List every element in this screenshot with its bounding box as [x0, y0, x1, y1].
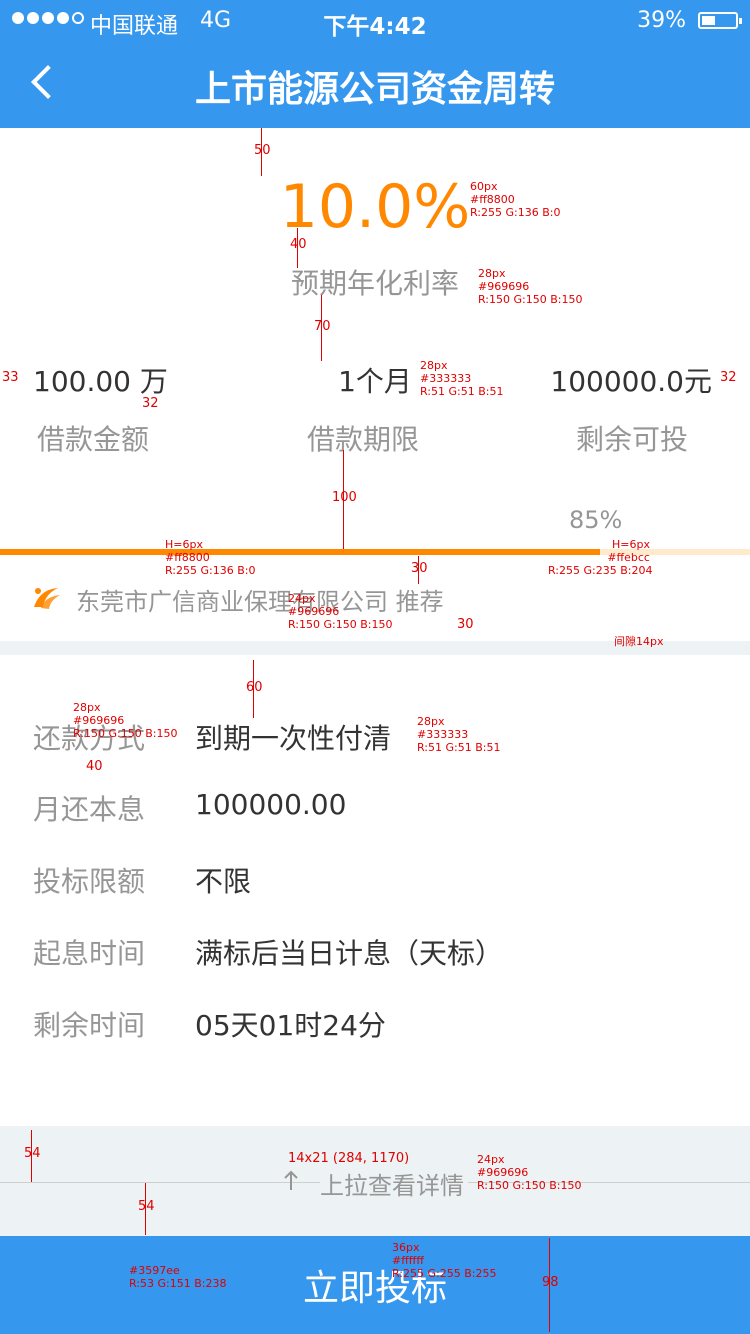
- battery-icon: [698, 12, 742, 29]
- spacing-mark: 40: [86, 759, 103, 774]
- spacing-mark: 60: [246, 680, 263, 695]
- spacing-mark: 32: [142, 396, 159, 411]
- spacing-mark: 98: [542, 1275, 559, 1290]
- annual-rate-label: 预期年化利率: [290, 267, 459, 300]
- pull-up-area[interactable]: 上拉查看详情: [0, 1126, 750, 1236]
- bid-now-button[interactable]: 立即投标: [0, 1236, 750, 1334]
- spec-note: #3597ee R:53 G:151 B:238: [129, 1264, 227, 1290]
- spec-note: 24px #969696 R:150 G:150 B:150: [477, 1153, 582, 1192]
- spec-note: 24px #969696 R:150 G:150 B:150: [288, 592, 393, 631]
- progress-percent: 85%: [569, 506, 623, 534]
- spec-note: H=6px #ffebcc R:255 G:235 B:204: [548, 538, 653, 577]
- battery-percent: 39%: [637, 8, 686, 33]
- spacing-mark: 30: [457, 617, 474, 632]
- monthly-payment-value: 100000.00: [195, 788, 347, 821]
- repayment-method-value: 到期一次性付清: [195, 722, 392, 755]
- spacing-mark: 54: [24, 1146, 41, 1161]
- spacing-mark: 100: [332, 490, 357, 505]
- spec-note: 36px #ffffff R:255 G:255 B:255: [392, 1241, 497, 1280]
- guarantor-logo-icon: [34, 588, 60, 609]
- interest-start-value: 满标后当日计息（天标）: [195, 937, 504, 970]
- spacing-mark: 33: [2, 370, 19, 385]
- spec-note: H=6px #ff8800 R:255 G:136 B:0: [165, 538, 256, 577]
- spec-note: 14x21 (284, 1170): [288, 1151, 410, 1166]
- spacing-mark: 30: [411, 561, 428, 576]
- spacing-mark: 70: [314, 319, 331, 334]
- bid-limit-label: 投标限额: [33, 865, 146, 898]
- time-remaining-label: 剩余时间: [33, 1009, 146, 1042]
- top-bar: 中国联通 4G 下午4:42 39% 上市能源公司资金周转: [0, 0, 750, 128]
- spec-note: 60px #ff8800 R:255 G:136 B:0: [470, 180, 561, 219]
- annual-rate-value: 10.0%: [279, 172, 471, 242]
- spacing-mark: 40: [290, 237, 307, 252]
- spacing-mark: 54: [138, 1199, 155, 1214]
- spec-note: 28px #969696 R:150 G:150 B:150: [73, 701, 178, 740]
- interest-start-label: 起息时间: [33, 937, 146, 970]
- pull-up-hint: 上拉查看详情: [320, 1166, 468, 1201]
- page-title: 上市能源公司资金周转: [194, 69, 555, 110]
- spec-note: 28px #969696 R:150 G:150 B:150: [478, 267, 583, 306]
- spacing-mark: 50: [254, 143, 271, 158]
- spec-note: 28px #333333 R:51 G:51 B:51: [420, 359, 504, 398]
- bid-limit-value: 不限: [195, 865, 252, 898]
- spec-note: 28px #333333 R:51 G:51 B:51: [417, 715, 501, 754]
- time-remaining-value: 05天01时24分: [195, 1009, 386, 1042]
- arrow-up-icon: [284, 1170, 298, 1190]
- status-bar: 中国联通 4G 下午4:42 39%: [0, 0, 750, 40]
- remaining-investable-label: 剩余可投: [576, 423, 689, 456]
- remaining-investable-value: 100000.0元: [550, 365, 712, 398]
- monthly-payment-label: 月还本息: [33, 793, 146, 826]
- spacing-mark: 32: [720, 370, 737, 385]
- progress-fill: [0, 549, 600, 555]
- spec-note: 间隙14px: [614, 635, 664, 648]
